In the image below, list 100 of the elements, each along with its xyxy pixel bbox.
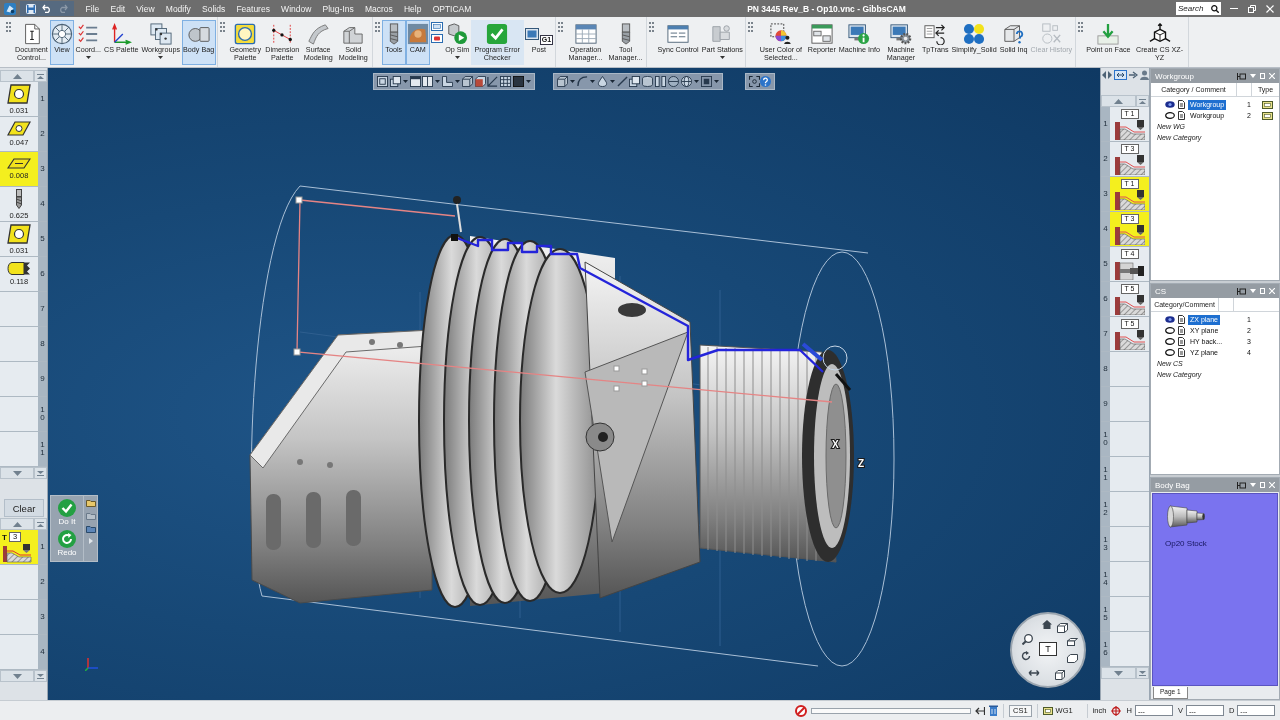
home-icon[interactable] <box>1042 620 1052 629</box>
pin-icon[interactable] <box>1237 287 1246 295</box>
expand-button[interactable] <box>1136 667 1149 679</box>
double-arrow-icon[interactable] <box>1102 71 1112 79</box>
collapse-button[interactable] <box>1136 95 1149 107</box>
caret-icon[interactable] <box>525 80 531 83</box>
grip-icon[interactable] <box>6 22 11 32</box>
menu-item[interactable]: Macros <box>359 3 399 14</box>
menu-item[interactable]: File <box>80 3 105 14</box>
menu-item[interactable]: Plug-Ins <box>316 3 360 14</box>
caret-icon[interactable] <box>713 80 719 83</box>
folder-icon[interactable] <box>85 525 96 533</box>
trash-icon[interactable] <box>989 705 998 716</box>
caret-icon[interactable] <box>454 56 460 60</box>
frame-icon[interactable] <box>701 76 712 87</box>
process-tile[interactable]: 4 <box>0 635 47 670</box>
sphere-icon[interactable] <box>668 76 680 87</box>
caret-icon[interactable] <box>589 80 595 83</box>
eye-icon[interactable] <box>1165 349 1175 356</box>
window-icon[interactable] <box>430 22 443 31</box>
face-icon[interactable] <box>1067 638 1078 646</box>
eye-icon[interactable] <box>1165 316 1175 323</box>
curve-icon[interactable] <box>576 76 588 87</box>
cube-icon[interactable] <box>1057 623 1068 633</box>
arrow-to-bar-icon[interactable] <box>975 706 985 715</box>
close-icon[interactable] <box>1269 73 1275 79</box>
step-icon[interactable] <box>442 76 454 87</box>
tool-tile[interactable]: 8 <box>0 327 47 362</box>
operation-tile[interactable]: 15 <box>1101 597 1149 632</box>
menu-item[interactable]: Help <box>398 3 428 14</box>
fit-icon[interactable] <box>749 76 760 87</box>
grip-icon[interactable] <box>558 22 564 32</box>
line-icon[interactable] <box>616 76 628 87</box>
axis-icon[interactable] <box>487 76 499 87</box>
item-label[interactable]: Op20 Stock <box>1165 539 1207 548</box>
scroll-up-button[interactable] <box>1101 95 1136 107</box>
caret-icon[interactable] <box>454 80 460 83</box>
panel-icon[interactable] <box>422 76 434 87</box>
caret-icon[interactable] <box>609 80 615 83</box>
right-arrow-icon[interactable] <box>1129 71 1138 79</box>
eye-icon[interactable] <box>1165 112 1175 119</box>
grip-icon[interactable] <box>748 22 754 32</box>
operation-tile[interactable]: 13 <box>1101 527 1149 562</box>
scroll-down-button[interactable] <box>0 670 34 682</box>
window-stop-icon[interactable] <box>430 34 443 43</box>
dock-icon[interactable] <box>1260 73 1265 79</box>
rotate-icon[interactable] <box>1021 651 1031 661</box>
caret-icon[interactable] <box>694 80 700 83</box>
save-icon[interactable] <box>26 3 36 14</box>
grid-icon[interactable] <box>500 76 512 87</box>
scroll-up-button[interactable] <box>0 518 34 530</box>
search-field[interactable]: Search <box>1176 2 1221 15</box>
pin-icon[interactable] <box>1237 481 1246 489</box>
caret-icon[interactable] <box>719 56 725 60</box>
zoom-icon[interactable] <box>1022 634 1033 645</box>
operation-tile[interactable]: 11 <box>1101 457 1149 492</box>
zoom-frame-icon[interactable] <box>377 76 388 87</box>
collapse-button[interactable] <box>34 518 47 530</box>
caret-icon[interactable] <box>85 56 91 60</box>
grip-icon[interactable] <box>1077 22 1083 32</box>
face-icon[interactable] <box>474 76 486 87</box>
restore-icon[interactable] <box>1248 4 1256 13</box>
menu-item[interactable]: Solids <box>196 3 231 14</box>
grip-icon[interactable] <box>374 22 380 32</box>
expand-button[interactable] <box>34 467 47 479</box>
grip-icon[interactable] <box>219 22 225 32</box>
cube-icon[interactable] <box>557 76 568 87</box>
grip-icon[interactable] <box>649 22 655 32</box>
caret-icon[interactable] <box>402 80 408 83</box>
cube-icon[interactable] <box>1055 670 1065 680</box>
cylinder-icon[interactable] <box>642 76 654 87</box>
close-icon[interactable] <box>1266 4 1274 13</box>
crosshair-icon[interactable] <box>1111 705 1122 716</box>
drop-icon[interactable] <box>596 76 608 87</box>
tool-tile[interactable]: 10 <box>0 397 47 432</box>
scroll-up-button[interactable] <box>0 70 34 82</box>
window-icon[interactable] <box>409 76 421 87</box>
operation-tile[interactable]: 14 <box>1101 562 1149 597</box>
close-icon[interactable] <box>1269 482 1275 488</box>
tool-tile[interactable]: 11 <box>0 432 47 467</box>
expand-button[interactable] <box>34 670 47 682</box>
dark-square-icon[interactable] <box>513 76 525 87</box>
person-icon[interactable] <box>1140 70 1149 80</box>
pin-icon[interactable] <box>1237 72 1246 80</box>
cube-icon[interactable] <box>461 76 473 87</box>
operation-tile[interactable]: 9 <box>1101 387 1149 422</box>
menu-item[interactable]: Edit <box>104 3 131 14</box>
caret-icon[interactable] <box>435 80 441 83</box>
eye-icon[interactable] <box>1165 101 1175 108</box>
close-icon[interactable] <box>1269 288 1275 294</box>
collapse-button[interactable] <box>34 70 47 82</box>
dock-icon[interactable] <box>1260 288 1265 294</box>
process-tile[interactable]: 3 <box>0 600 47 635</box>
process-tile[interactable]: 2 <box>0 565 47 600</box>
eye-icon[interactable] <box>1165 338 1175 345</box>
eye-icon[interactable] <box>1165 327 1175 334</box>
menu-item[interactable]: Window <box>275 3 317 14</box>
tool-tile[interactable]: 9 <box>0 362 47 397</box>
box-icon[interactable] <box>1067 654 1078 663</box>
help-icon[interactable] <box>760 76 771 87</box>
